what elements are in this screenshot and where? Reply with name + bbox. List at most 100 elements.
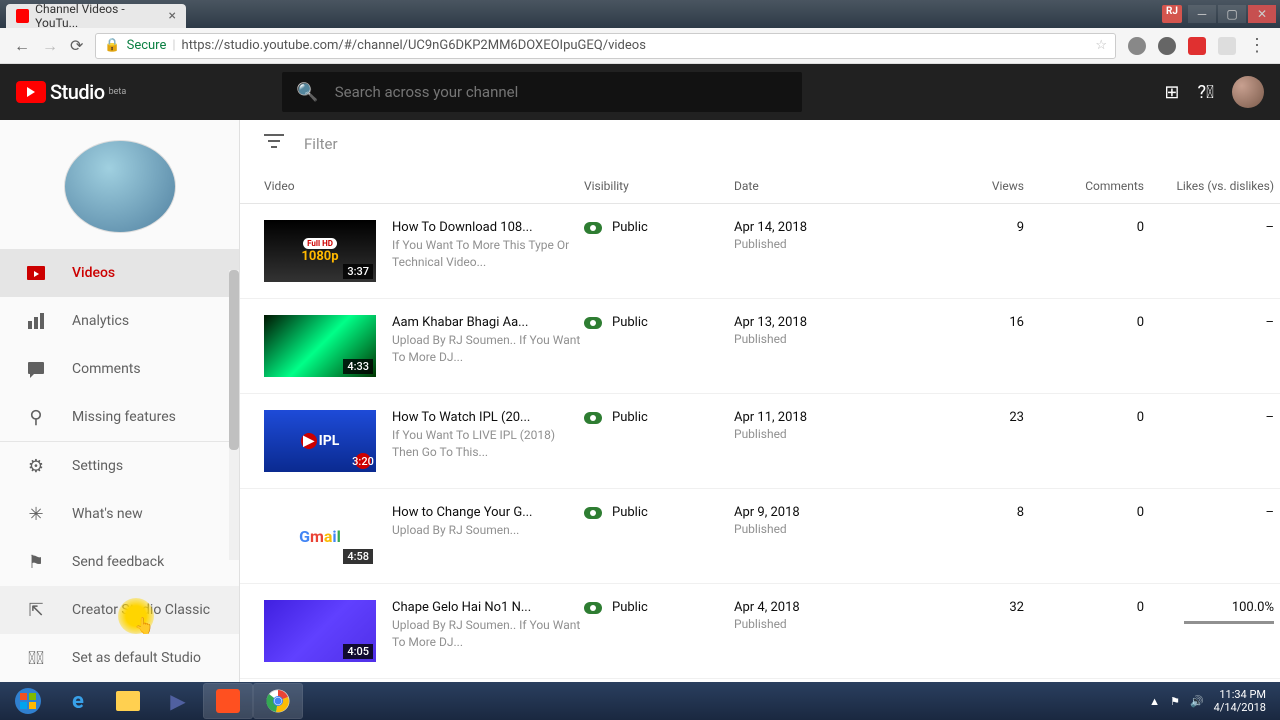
duration-badge: 4:33 bbox=[343, 359, 373, 374]
video-thumbnail[interactable]: 4:33 bbox=[264, 315, 376, 377]
maximize-button[interactable]: ▢ bbox=[1218, 5, 1246, 23]
column-visibility[interactable]: Visibility bbox=[584, 179, 734, 193]
visibility-cell[interactable]: Public bbox=[584, 220, 734, 235]
column-views[interactable]: Views bbox=[904, 179, 1024, 193]
studio-text: Studio bbox=[50, 80, 105, 104]
sidebar-item-whats-new[interactable]: ✳ What's new bbox=[0, 490, 239, 538]
studio-logo[interactable]: Studio beta bbox=[16, 80, 126, 104]
sidebar-item-videos[interactable]: Videos bbox=[0, 249, 239, 297]
create-video-icon[interactable]: ⊞ bbox=[1164, 82, 1179, 103]
video-description: Upload By RJ Soumen... bbox=[392, 522, 532, 539]
video-thumbnail[interactable]: ▶IPL3:20 bbox=[264, 410, 376, 472]
video-row[interactable]: 2:21 Whatsapp Bengali Kobi... Upload By … bbox=[240, 679, 1280, 682]
video-row[interactable]: ▶IPL3:20 How To Watch IPL (20... If You … bbox=[240, 394, 1280, 489]
column-likes[interactable]: Likes (vs. dislikes) bbox=[1144, 179, 1274, 193]
sidebar-item-label: Comments bbox=[72, 361, 141, 377]
sidebar-item-comments[interactable]: Comments bbox=[0, 345, 239, 393]
menu-icon[interactable]: ⋮ bbox=[1248, 35, 1266, 56]
back-button[interactable]: ← bbox=[14, 36, 30, 56]
visibility-text: Public bbox=[612, 600, 648, 615]
filter-bar[interactable]: Filter bbox=[240, 120, 1280, 168]
column-comments[interactable]: Comments bbox=[1024, 179, 1144, 193]
duration-badge: 4:05 bbox=[343, 644, 373, 659]
close-button[interactable]: ✕ bbox=[1248, 5, 1276, 23]
start-button[interactable] bbox=[4, 684, 52, 718]
video-description: Upload By RJ Soumen.. If You Want To Mor… bbox=[392, 617, 584, 651]
duration-badge: 3:37 bbox=[343, 264, 373, 279]
taskbar-ie-icon[interactable]: e bbox=[54, 684, 102, 718]
likes-cell: – bbox=[1144, 220, 1274, 235]
sidebar-item-analytics[interactable]: Analytics bbox=[0, 297, 239, 345]
sidebar-item-missing-features[interactable]: ⚲ Missing features bbox=[0, 393, 239, 441]
sidebar-scrollbar[interactable] bbox=[229, 270, 239, 560]
help-icon[interactable]: ?⃝ bbox=[1198, 82, 1215, 103]
extension-icon[interactable] bbox=[1188, 37, 1206, 55]
extension-icon[interactable] bbox=[1218, 37, 1236, 55]
video-thumbnail[interactable]: Full HD1080p3:37 bbox=[264, 220, 376, 282]
views-cell: 32 bbox=[904, 600, 1024, 615]
video-row[interactable]: 4:33 Aam Khabar Bhagi Aa... Upload By RJ… bbox=[240, 299, 1280, 394]
comments-cell: 0 bbox=[1024, 600, 1144, 615]
star-icon[interactable]: ☆ bbox=[1095, 38, 1107, 53]
comments-cell: 0 bbox=[1024, 505, 1144, 520]
duration-badge: 3:20 bbox=[355, 453, 371, 469]
taskbar-chrome-icon[interactable] bbox=[254, 684, 302, 718]
taskbar-app-icon[interactable]: ▶ bbox=[154, 684, 202, 718]
minimize-button[interactable]: ─ bbox=[1188, 5, 1216, 23]
missing-features-icon: ⚲ bbox=[24, 405, 48, 429]
browser-tab[interactable]: Channel Videos - YouTu... × bbox=[6, 4, 186, 28]
sidebar-item-set-default[interactable]: ✓⃝ Set as default Studio bbox=[0, 634, 239, 682]
beta-label: beta bbox=[109, 87, 127, 97]
taskbar-explorer-icon[interactable] bbox=[104, 684, 152, 718]
video-row[interactable]: 4:05 Chape Gelo Hai No1 N... Upload By R… bbox=[240, 584, 1280, 679]
window-title-bar: Channel Videos - YouTu... × RJ ─ ▢ ✕ bbox=[0, 0, 1280, 28]
visibility-cell[interactable]: Public bbox=[584, 410, 734, 425]
visibility-cell[interactable]: Public bbox=[584, 315, 734, 330]
views-cell: 8 bbox=[904, 505, 1024, 520]
reload-button[interactable]: ⟳ bbox=[70, 36, 83, 55]
video-thumbnail[interactable]: Gmail4:58 bbox=[264, 505, 376, 567]
likes-cell: 100.0% bbox=[1144, 600, 1274, 624]
search-box[interactable]: 🔍 bbox=[282, 72, 802, 112]
tab-close-icon[interactable]: × bbox=[169, 8, 176, 24]
sidebar-item-label: Missing features bbox=[72, 409, 176, 425]
tray-icon[interactable]: ▲ bbox=[1149, 695, 1160, 708]
search-input[interactable] bbox=[335, 83, 789, 101]
comments-cell: 0 bbox=[1024, 315, 1144, 330]
duration-badge: 4:58 bbox=[343, 549, 373, 564]
tray-icon[interactable]: 🔊 bbox=[1190, 695, 1204, 708]
visibility-text: Public bbox=[612, 410, 648, 425]
address-field[interactable]: 🔒 Secure | https://studio.youtube.com/#/… bbox=[95, 33, 1116, 59]
public-eye-icon bbox=[584, 317, 602, 329]
filter-label: Filter bbox=[304, 135, 338, 153]
taskbar-recorder-icon[interactable] bbox=[204, 684, 252, 718]
feedback-icon: ⚑ bbox=[24, 550, 48, 574]
visibility-cell[interactable]: Public bbox=[584, 505, 734, 520]
video-row[interactable]: Gmail4:58 How to Change Your G... Upload… bbox=[240, 489, 1280, 584]
channel-avatar[interactable] bbox=[64, 140, 176, 233]
taskbar-clock[interactable]: 11:34 PM 4/14/2018 bbox=[1214, 688, 1266, 714]
sidebar-item-creator-studio-classic[interactable]: ⇱ Creator Studio Classic bbox=[0, 586, 239, 634]
public-eye-icon bbox=[584, 602, 602, 614]
video-thumbnail[interactable]: 4:05 bbox=[264, 600, 376, 662]
video-row[interactable]: Full HD1080p3:37 How To Download 108... … bbox=[240, 204, 1280, 299]
sidebar-item-label: Send feedback bbox=[72, 554, 164, 570]
sidebar-item-label: What's new bbox=[72, 506, 143, 522]
column-video[interactable]: Video bbox=[264, 179, 584, 193]
video-title: How To Download 108... bbox=[392, 220, 584, 235]
check-icon: ✓⃝ bbox=[24, 646, 48, 670]
public-eye-icon bbox=[584, 507, 602, 519]
video-description: Upload By RJ Soumen.. If You Want To Mor… bbox=[392, 332, 584, 366]
extension-icon[interactable] bbox=[1158, 37, 1176, 55]
visibility-cell[interactable]: Public bbox=[584, 600, 734, 615]
sidebar-item-send-feedback[interactable]: ⚑ Send feedback bbox=[0, 538, 239, 586]
column-date[interactable]: Date bbox=[734, 179, 904, 193]
sidebar-item-settings[interactable]: ⚙ Settings bbox=[0, 442, 239, 490]
tray-icon[interactable]: ⚑ bbox=[1170, 695, 1180, 708]
video-title: How To Watch IPL (20... bbox=[392, 410, 584, 425]
sidebar-item-label: Analytics bbox=[72, 313, 129, 329]
date-cell: Apr 11, 2018Published bbox=[734, 410, 904, 441]
user-badge: RJ bbox=[1162, 5, 1182, 23]
extension-icon[interactable] bbox=[1128, 37, 1146, 55]
account-avatar[interactable] bbox=[1232, 76, 1264, 108]
